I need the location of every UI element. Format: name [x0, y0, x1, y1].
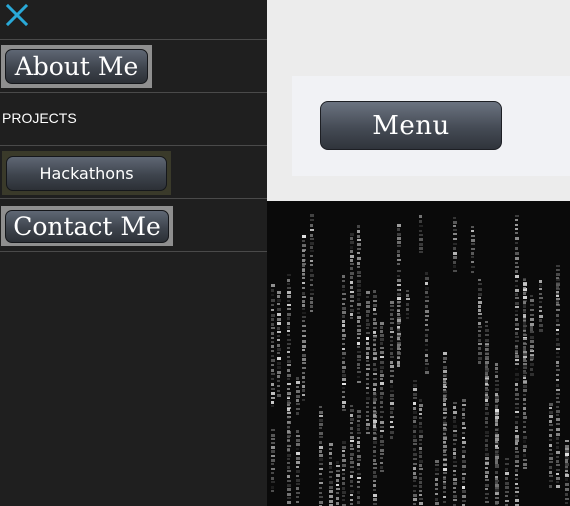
nav-divider [0, 39, 267, 40]
close-icon[interactable] [4, 2, 30, 28]
hackathons-label: Hackathons [6, 155, 167, 191]
projects-link[interactable]: PROJECTS [2, 110, 77, 126]
about-me-button[interactable]: About Me [1, 45, 152, 88]
matrix-rain-background [267, 201, 570, 506]
about-me-label: About Me [5, 49, 148, 84]
nav-divider [0, 92, 267, 93]
contact-me-label: Contact Me [5, 209, 169, 243]
side-navigation: About Me PROJECTS Hackathons Contact Me [0, 0, 267, 506]
nav-divider [0, 251, 267, 252]
nav-divider [0, 198, 267, 199]
menu-button[interactable]: Menu [320, 101, 502, 150]
nav-divider [0, 145, 267, 146]
contact-me-button[interactable]: Contact Me [1, 206, 173, 246]
hackathons-button[interactable]: Hackathons [2, 151, 171, 195]
